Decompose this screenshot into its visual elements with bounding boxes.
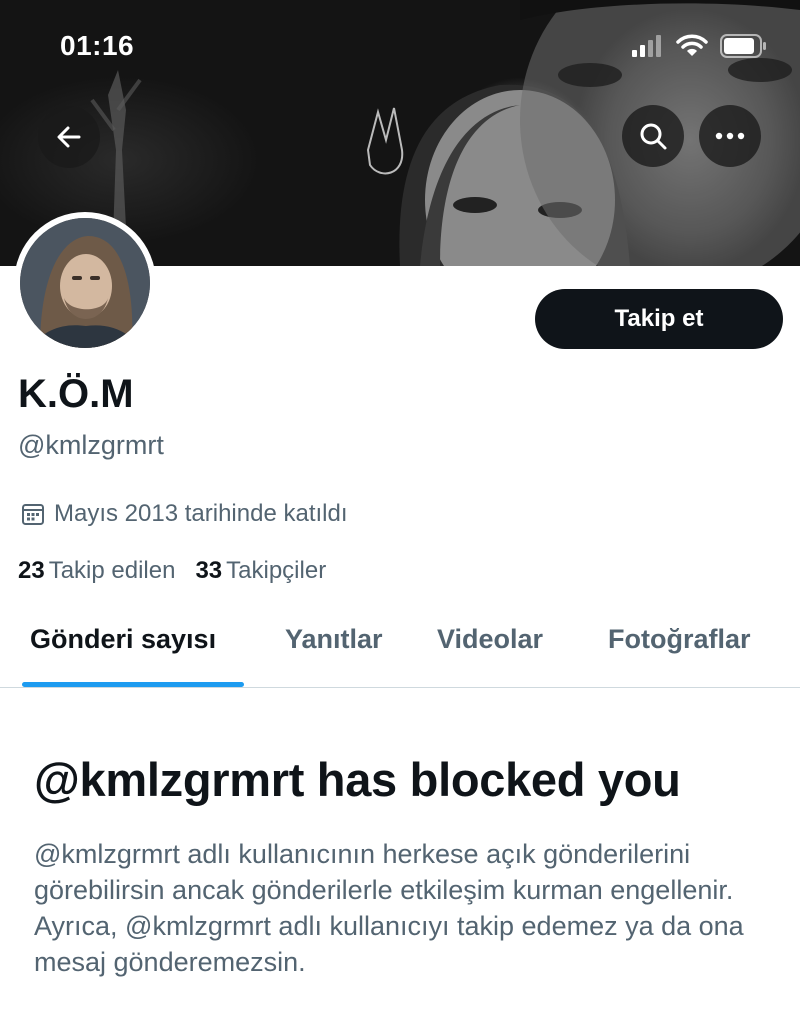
profile-avatar[interactable] — [14, 212, 156, 354]
following-link[interactable]: 23 Takip edilen — [18, 557, 175, 585]
profile-tabs: Gönderi sayısı Yanıtlar Videolar Fotoğra… — [0, 600, 800, 688]
blocked-description: @kmlzgrmrt adlı kullanıcının herkese açı… — [34, 839, 744, 977]
followers-count: 33 — [195, 557, 223, 584]
status-icons — [632, 34, 768, 58]
wifi-icon — [676, 34, 708, 56]
joined-date: Mayıs 2013 tarihinde katıldı — [20, 500, 348, 528]
back-button[interactable] — [38, 106, 100, 168]
blocked-title: @kmlzgrmrt has blocked you — [34, 753, 681, 806]
cellular-signal-icon — [632, 35, 661, 57]
more-options-button[interactable] — [699, 105, 761, 167]
battery-icon — [720, 34, 766, 58]
search-button[interactable] — [622, 105, 684, 167]
more-horizontal-icon — [715, 132, 745, 140]
follow-button[interactable]: Takip et — [535, 289, 783, 349]
status-time: 01:16 — [60, 30, 135, 61]
following-count: 23 — [18, 557, 45, 584]
avatar-image — [20, 218, 150, 348]
following-label: Takip edilen — [48, 557, 176, 584]
joined-date-text: Mayıs 2013 tarihinde katıldı — [54, 500, 348, 527]
followers-label: Takipçiler — [226, 557, 327, 584]
follow-counts: 23 Takip edilen 33 Takipçiler — [18, 557, 326, 585]
active-tab-indicator — [22, 682, 244, 687]
avatar-photo — [20, 218, 150, 348]
tab-posts[interactable]: Gönderi sayısı — [30, 624, 216, 655]
profile-display-name: K.Ö.M — [18, 372, 134, 416]
calendar-icon — [22, 504, 44, 525]
tab-videos[interactable]: Videolar — [437, 624, 543, 655]
search-icon — [640, 123, 667, 150]
arrow-left-icon — [57, 126, 81, 148]
profile-handle: @kmlzgrmrt — [18, 430, 164, 460]
tab-photos[interactable]: Fotoğraflar — [608, 624, 751, 655]
followers-link[interactable]: 33 Takipçiler — [195, 557, 326, 585]
tab-replies[interactable]: Yanıtlar — [285, 624, 383, 655]
